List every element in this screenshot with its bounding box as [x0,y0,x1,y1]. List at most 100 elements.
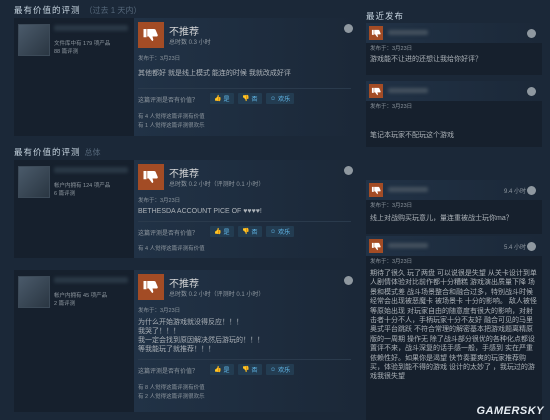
author-products: 帐户内拥有 124 项产品 [54,183,111,189]
author-name[interactable] [54,277,128,283]
vote-yes-label: 是 [223,97,230,103]
divider [138,359,351,360]
steam-icon [344,276,353,285]
author-review-count: 2 篇评测 [54,301,76,307]
author-name[interactable] [54,25,128,31]
avatar[interactable] [18,276,50,308]
vote-no-button[interactable]: 👎 否 [238,226,262,237]
vote-no-label: 否 [251,368,258,374]
review-verdict[interactable]: 不推荐 [169,23,199,38]
posted-date: 发布于：3月23日 [370,104,413,110]
funny-count: 有 1 人觉得这篇评测很欢乐 [138,123,205,129]
thumbs-down-icon: 👎 [242,367,250,373]
vote-funny-button[interactable]: ☺ 欢乐 [266,364,295,375]
divider [138,88,351,89]
most-helpful-column: 最有价值的评测 （过去 1 天内） 文件库中有 179 项产品 88 篇评测 不推… [14,0,359,420]
avatar[interactable] [18,24,50,56]
playtime-hours: 总时数 0.2 小时（评测时 0.1 小时） [169,292,265,298]
review-header[interactable]: 9.4 小时 [366,180,542,200]
helpful-question: 这篇评测是否有价值？ [138,231,199,237]
thumbs-up-icon: 👍 [214,367,222,373]
vote-funny-label: 欢乐 [278,230,291,236]
review-verdict[interactable]: 不推荐 [169,165,199,180]
thumbs-down-icon [138,274,164,300]
thumbs-down-icon [369,239,383,253]
vote-funny-button[interactable]: ☺ 欢乐 [266,226,295,237]
posted-date: 发布于：3月23日 [370,259,413,265]
vote-yes-button[interactable]: 👍 是 [210,364,234,375]
thumbs-down-icon [369,26,383,40]
author-products: 帐户内拥有 45 项产品 [54,293,108,299]
playtime-hours: 5.4 小时 [503,245,526,251]
recent-review-card[interactable]: 发布于：3月23日 游戏能不让进的还想让我给你好评？ [366,23,542,75]
smile-icon: ☺ [270,228,277,235]
thumbs-down-icon [369,84,383,98]
section-title-overall: 最有价值的评测 总体 [14,147,101,157]
thumbs-up-icon: 👍 [214,229,222,235]
author-name[interactable] [388,187,428,192]
helpful-count: 有 8 人觉得这篇评测有价值 [138,385,205,391]
review-verdict[interactable]: 不推荐 [169,275,199,290]
recent-review-card[interactable]: 5.4 小时 发布于：3月23日 期待了很久 玩了两盘 可以说很是失望 从关卡设… [366,236,542,420]
review-body: 不推荐 总时数 0.3 小时 发布于：3月23日 其他都好 就是线上模式 能连的… [134,18,359,136]
recent-reviews-column: 最近发布 发布于：3月23日 游戏能不让进的还想让我给你好评？ 发布于：3月23… [366,0,542,420]
review-body: 不推荐 总时数 0.2 小时（评测时 0.1 小时） 发布于：3月23日 BET… [134,160,359,258]
watermark-logo: GAMERSKY [476,405,544,417]
author-name[interactable] [54,167,128,173]
review-body: 不推荐 总时数 0.2 小时（评测时 0.1 小时） 发布于：3月23日 为什么… [134,270,359,412]
author-name[interactable] [388,243,428,248]
steam-icon [527,242,536,251]
vote-no-label: 否 [251,230,258,236]
playtime-hours: 总时数 0.3 小时 [169,40,211,46]
review-header[interactable] [366,81,542,101]
vote-yes-label: 是 [223,368,230,374]
thumbs-down-icon: 👎 [242,96,250,102]
helpful-count: 有 4 人觉得这篇评测有价值 [138,246,205,252]
playtime-hours: 总时数 0.2 小时（评测时 0.1 小时） [169,182,265,188]
review-header[interactable] [366,23,542,43]
recent-review-card[interactable]: 发布于：3月23日 笔记本玩家不配玩这个游戏 [366,81,542,147]
vote-yes-label: 是 [223,230,230,236]
steam-icon [527,186,536,195]
review-text: BETHESDA ACCOUNT PICE OF ♥♥♥♥! [138,208,262,215]
section-title-recent-posted: 最近发布 [366,11,405,21]
review-card: 帐户内拥有 45 项产品 2 篇评测 不推荐 总时数 0.2 小时（评测时 0.… [14,270,359,412]
review-header[interactable]: 5.4 小时 [366,236,542,256]
review-text: 期待了很久 玩了两盘 可以说很是失望 从关卡设计到单人剧情体验对比前作都十分糟糕… [370,270,537,381]
thumbs-down-icon [369,183,383,197]
steam-icon [527,29,536,38]
helpful-count: 有 4 人觉得这篇评测有价值 [138,114,205,120]
funny-count: 有 2 人觉得这篇评测很欢乐 [138,394,205,400]
thumbs-up-icon: 👍 [214,96,222,102]
avatar[interactable] [18,166,50,198]
smile-icon: ☺ [270,366,277,373]
vote-yes-button[interactable]: 👍 是 [210,93,234,104]
thumbs-down-icon [138,22,164,48]
review-text: 其他都好 就是线上模式 能连的时候 我就改成好评 [138,70,291,77]
author-review-count: 88 篇评测 [54,49,79,55]
vote-no-button[interactable]: 👎 否 [238,93,262,104]
review-text: 为什么开始游戏就没得反应！！！ 我哭了！！！ 我一定会找到原因解决然后游玩的！！… [138,319,264,353]
posted-date: 发布于：3月23日 [138,56,181,62]
vote-yes-button[interactable]: 👍 是 [210,226,234,237]
review-text: 游戏能不让进的还想让我给你好评？ [370,56,482,63]
review-author[interactable]: 帐户内拥有 45 项产品 2 篇评测 [14,270,132,412]
posted-date: 发布于：3月23日 [370,46,413,52]
author-products: 文件库中有 179 项产品 [54,41,111,47]
review-author[interactable]: 帐户内拥有 124 项产品 6 篇评测 [14,160,132,258]
review-card: 文件库中有 179 项产品 88 篇评测 不推荐 总时数 0.3 小时 发布于：… [14,18,359,136]
playtime-hours: 9.4 小时 [503,189,526,195]
review-text: 笔记本玩家不配玩这个游戏 [370,132,454,139]
helpful-question: 这篇评测是否有价值？ [138,369,199,375]
vote-no-button[interactable]: 👎 否 [238,364,262,375]
recent-review-card[interactable]: 9.4 小时 发布于：3月23日 线上对战购买玩意儿，量连重被战士玩你ma？ [366,180,542,234]
author-name[interactable] [388,88,428,93]
vote-funny-button[interactable]: ☺ 欢乐 [266,93,295,104]
section-title-recent: 最有价值的评测 （过去 1 天内） [14,5,142,15]
author-name[interactable] [388,30,428,35]
review-card: 帐户内拥有 124 项产品 6 篇评测 不推荐 总时数 0.2 小时（评测时 0… [14,160,359,258]
smile-icon: ☺ [270,95,277,102]
vote-funny-label: 欢乐 [278,368,291,374]
review-author[interactable]: 文件库中有 179 项产品 88 篇评测 [14,18,132,136]
thumbs-down-icon [138,164,164,190]
